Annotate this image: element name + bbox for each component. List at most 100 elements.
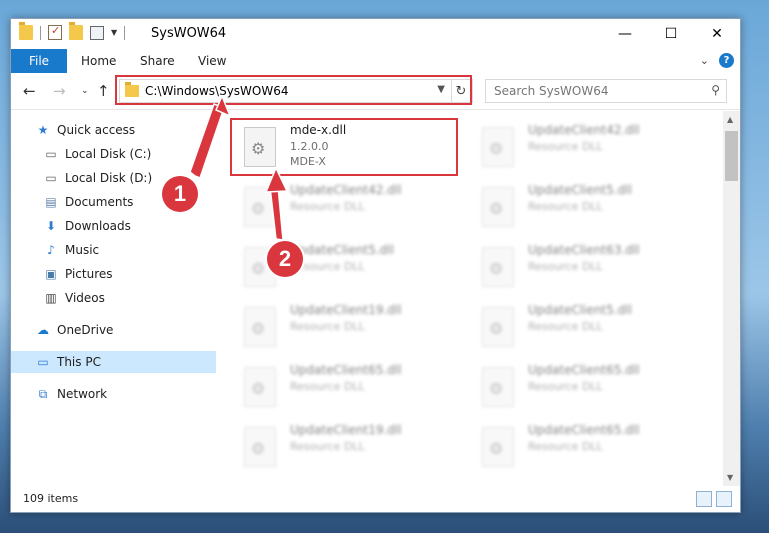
scroll-up-arrow-icon[interactable]: ▲	[727, 115, 733, 124]
dll-file-icon	[482, 127, 514, 167]
search-box[interactable]: ⚲	[485, 79, 727, 103]
new-folder-icon[interactable]	[69, 22, 83, 40]
sidebar-item-network[interactable]: ⧉ Network	[11, 383, 229, 405]
title-bar: ▼ SysWOW64 — ☐ ✕	[11, 19, 740, 49]
dll-file-icon	[244, 367, 276, 407]
sidebar-item-music[interactable]: ♪ Music ⊥	[11, 239, 237, 261]
sidebar-item-documents[interactable]: ▤ Documents ⊥	[11, 191, 237, 213]
sidebar-item-label: Videos	[65, 291, 105, 305]
help-icon[interactable]: ?	[719, 53, 734, 68]
toolbar-divider	[40, 25, 41, 40]
file-name: UpdateClient5.dll	[528, 303, 632, 317]
sidebar-item-local-disk-c[interactable]: ▭ Local Disk (C:) ⊥	[11, 143, 237, 165]
forward-arrow-icon[interactable]: →	[53, 82, 66, 100]
file-name: UpdateClient5.dll	[528, 183, 632, 197]
customize-toolbar-dropdown-icon[interactable]: ▼	[111, 28, 117, 37]
file-name: UpdateClient63.dll	[528, 243, 640, 257]
file-item[interactable]: UpdateClient42.dll Resource DLL	[232, 179, 458, 231]
file-item[interactable]: UpdateClient5.dll Resource DLL	[470, 179, 696, 231]
tab-home[interactable]: Home	[81, 49, 116, 73]
sidebar-item-onedrive[interactable]: ☁ OneDrive	[11, 319, 229, 341]
file-type: Resource DLL	[290, 200, 365, 213]
dll-file-icon	[244, 187, 276, 227]
maximize-button[interactable]: ☐	[648, 19, 694, 49]
file-explorer-window: ▼ SysWOW64 — ☐ ✕ File Home Share View ⌄ …	[10, 18, 741, 513]
file-name: UpdateClient65.dll	[290, 363, 402, 377]
sidebar-item-label: Downloads	[65, 219, 131, 233]
tab-share[interactable]: Share	[140, 49, 175, 73]
file-type: Resource DLL	[528, 140, 603, 153]
file-type: Resource DLL	[528, 260, 603, 273]
back-arrow-icon[interactable]: ←	[23, 82, 36, 100]
large-icons-view-icon[interactable]	[716, 491, 732, 507]
file-item[interactable]: UpdateClient5.dll Resource DLL	[232, 239, 458, 291]
tab-view[interactable]: View	[198, 49, 226, 73]
sidebar-item-label: This PC	[57, 355, 101, 369]
properties-icon[interactable]	[90, 25, 104, 40]
file-item[interactable]: UpdateClient65.dll Resource DLL	[232, 359, 458, 411]
search-icon[interactable]: ⚲	[711, 83, 720, 97]
sidebar-item-label: Local Disk (C:)	[65, 147, 152, 161]
file-name: UpdateClient5.dll	[290, 243, 394, 257]
file-name: UpdateClient65.dll	[528, 423, 640, 437]
minimize-button[interactable]: —	[602, 19, 648, 49]
sidebar-item-videos[interactable]: ▥ Videos ⊥	[11, 287, 237, 309]
dll-file-icon	[244, 307, 276, 347]
sidebar-item-quick-access[interactable]: ★ Quick access	[11, 119, 229, 141]
star-icon: ★	[37, 123, 49, 137]
address-row: ← → ⌄ ↑ C:\Windows\SysWOW64 ▼ ↻ ⚲	[11, 73, 740, 110]
search-input[interactable]	[492, 83, 696, 99]
window-title: SysWOW64	[151, 26, 227, 41]
address-highlight-box	[115, 75, 472, 105]
step-badge-1: 1	[162, 176, 198, 212]
file-type: Resource DLL	[290, 380, 365, 393]
dll-file-icon	[482, 367, 514, 407]
file-name: UpdateClient65.dll	[528, 363, 640, 377]
folder-icon	[19, 22, 33, 40]
file-name: UpdateClient19.dll	[290, 303, 402, 317]
expand-ribbon-chevron-icon[interactable]: ⌄	[700, 54, 709, 67]
file-item[interactable]: UpdateClient19.dll Resource DLL	[232, 299, 458, 351]
vertical-scrollbar[interactable]: ▲ ▼	[723, 111, 740, 486]
recent-locations-dropdown-icon[interactable]: ⌄	[81, 86, 89, 96]
toolbar-divider	[124, 25, 126, 40]
cloud-icon: ☁	[37, 323, 49, 337]
sidebar-item-label: Network	[57, 387, 108, 401]
drive-icon: ▭	[45, 147, 57, 161]
file-item[interactable]: UpdateClient19.dll Resource DLL	[232, 419, 458, 471]
pictures-icon: ▣	[45, 267, 57, 281]
sidebar-item-local-disk-d[interactable]: ▭ Local Disk (D:) ⊥	[11, 167, 237, 189]
close-button[interactable]: ✕	[694, 19, 740, 49]
file-item[interactable]: UpdateClient65.dll Resource DLL	[470, 419, 696, 471]
sidebar-item-this-pc[interactable]: ▭ This PC	[11, 351, 229, 373]
file-type: Resource DLL	[528, 320, 603, 333]
navigation-pane: ★ Quick access ▭ Local Disk (C:) ⊥ ▭ Loc…	[11, 111, 231, 486]
file-item[interactable]: UpdateClient65.dll Resource DLL	[470, 359, 696, 411]
file-name: UpdateClient19.dll	[290, 423, 402, 437]
status-bar: 109 items	[11, 487, 740, 511]
download-icon: ⬇	[45, 219, 57, 233]
scrollbar-thumb[interactable]	[725, 131, 738, 181]
sidebar-item-pictures[interactable]: ▣ Pictures ⊥	[11, 263, 237, 285]
properties-checkmark-icon[interactable]	[48, 24, 62, 40]
sidebar-item-downloads[interactable]: ⬇ Downloads ⊥	[11, 215, 237, 237]
sidebar-item-label: Pictures	[65, 267, 113, 281]
file-type: Resource DLL	[528, 380, 603, 393]
details-view-icon[interactable]	[696, 491, 712, 507]
file-highlight-box	[230, 118, 458, 176]
documents-icon: ▤	[45, 195, 57, 209]
file-item[interactable]: UpdateClient5.dll Resource DLL	[470, 299, 696, 351]
file-type: Resource DLL	[290, 440, 365, 453]
file-type: Resource DLL	[528, 440, 603, 453]
scroll-down-arrow-icon[interactable]: ▼	[727, 473, 733, 482]
file-item[interactable]: UpdateClient63.dll Resource DLL	[470, 239, 696, 291]
dll-file-icon	[482, 307, 514, 347]
sidebar-item-label: OneDrive	[57, 323, 114, 337]
tab-file[interactable]: File	[11, 49, 67, 73]
file-item[interactable]: UpdateClient42.dll Resource DLL	[470, 119, 696, 171]
drive-icon: ▭	[45, 171, 57, 185]
videos-icon: ▥	[45, 291, 57, 305]
step-badge-2: 2	[267, 241, 303, 277]
up-arrow-icon[interactable]: ↑	[97, 82, 110, 100]
sidebar-item-label: Local Disk (D:)	[65, 171, 153, 185]
